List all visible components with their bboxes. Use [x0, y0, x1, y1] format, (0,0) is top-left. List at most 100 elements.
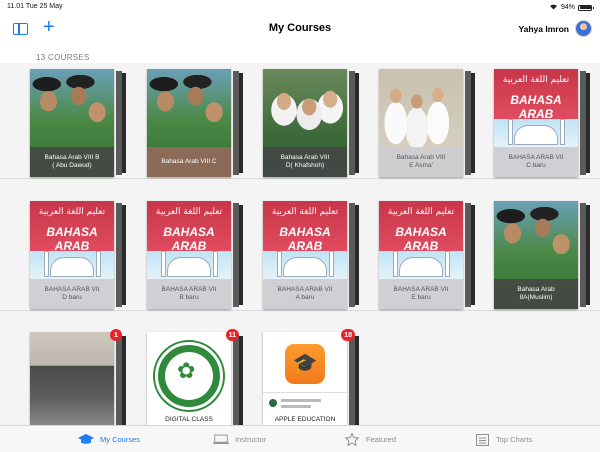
course-label: BAHASA ARAB VII A baru [263, 279, 347, 309]
course-subtitle: E Asma' [409, 162, 433, 169]
course-book[interactable]: 1 [30, 329, 126, 427]
course-book[interactable]: Bahasa Arab VIII D( Khafshoh) [263, 69, 359, 179]
course-book[interactable]: تعليم اللغة العربية BAHASA ARAB BAHASA ARA… [494, 69, 590, 179]
course-label: Bahasa Arab VIII C [147, 147, 231, 177]
course-book[interactable]: Bahasa Arab VIII C [147, 69, 243, 179]
tab-my-courses[interactable]: My Courses [78, 426, 140, 452]
notification-badge: 11 [225, 329, 239, 341]
course-book[interactable]: تعليم اللغة العربية BAHASA ARAB BAHASA ARA… [263, 201, 359, 311]
book-pages [349, 203, 355, 307]
book-pages [116, 203, 122, 307]
school-logo-cover: ✿ DIGITAL CLASS [147, 332, 231, 427]
course-book[interactable]: Bahasa Arab VIII B( Abu Dawud) [30, 69, 126, 179]
course-title: Bahasa Arab VIII [396, 154, 446, 161]
book-pages [349, 71, 355, 175]
course-cover: ✿ DIGITAL CLASS [147, 332, 231, 427]
course-cover: Bahasa Arab VIII C [147, 69, 231, 177]
course-subtitle: E baru [411, 294, 431, 301]
book-pages [465, 203, 471, 307]
tab-label: Featured [366, 435, 397, 444]
tab-featured[interactable]: Featured [344, 426, 396, 452]
cover-arabic-title: تعليم اللغة العربية [502, 75, 570, 85]
course-title: BAHASA ARAB VII [44, 286, 100, 293]
course-title: APPLE EDUCATION [274, 416, 336, 423]
wifi-icon [549, 3, 558, 12]
course-book[interactable]: 🎓 APPLE EDUCATION 18 [263, 329, 359, 427]
course-title: BAHASA ARAB VII [277, 286, 333, 293]
course-title: Bahasa Arab VIII C [161, 158, 217, 165]
cover-title: BAHASA ARAB [163, 225, 215, 253]
cover-title: BAHASA ARAB [46, 225, 98, 253]
course-cover: تعليم اللغة العربية BAHASA ARAB BAHASA ARA… [147, 201, 231, 309]
course-cover [30, 332, 114, 427]
graduation-cap-icon: 🎓 [285, 344, 325, 384]
course-subtitle: A baru [295, 294, 315, 301]
cover-title: BAHASA ARAB [395, 225, 447, 253]
course-label: BAHASA ARAB VII C baru [494, 147, 578, 177]
course-label: BAHASA ARAB VII B baru [147, 279, 231, 309]
status-bar: 11.01 Tue 25 May 94% [0, 0, 600, 14]
book-pages [465, 71, 471, 175]
notification-badge: 1 [110, 329, 122, 341]
navigation-bar: + My Courses Yahya Imron [0, 14, 600, 44]
course-cover: 🎓 APPLE EDUCATION [263, 332, 347, 427]
tab-top-charts[interactable]: Top Charts [474, 426, 532, 452]
tab-label: Instructor [235, 435, 267, 444]
course-subtitle: ( Abu Dawud) [52, 162, 92, 169]
book-pages [233, 71, 239, 175]
course-title: Bahasa Arab VIII [280, 154, 330, 161]
status-right: 94% [549, 3, 594, 12]
tab-label: Top Charts [496, 435, 533, 444]
graduation-cap-icon [78, 434, 94, 446]
user-name: Yahya Imron [518, 23, 569, 34]
course-subtitle: 8A(Muslim) [519, 294, 553, 301]
cover-arabic-title: تعليم اللغة العربية [387, 207, 455, 217]
course-title: Bahasa Arab [517, 286, 555, 293]
book-pages [233, 203, 239, 307]
course-subtitle: D( Khafshoh) [285, 162, 325, 169]
tab-label: My Courses [100, 435, 141, 444]
course-book[interactable]: تعليم اللغة العربية BAHASA ARAB BAHASA ARA… [147, 201, 243, 311]
course-cover-photo [30, 332, 114, 427]
apple-education-cover: 🎓 APPLE EDUCATION [263, 332, 347, 427]
star-icon [344, 433, 360, 446]
notification-badge: 18 [341, 329, 355, 341]
course-cover: Bahasa Arab VIII E Asma' [379, 69, 463, 177]
course-book[interactable]: Bahasa Arab 8A(Muslim) [494, 201, 590, 311]
course-cover: Bahasa Arab 8A(Muslim) [494, 201, 578, 309]
course-book[interactable]: ✿ DIGITAL CLASS 11 [147, 329, 243, 427]
user-account-button[interactable]: Yahya Imron [518, 20, 592, 37]
cover-arabic-title: تعليم اللغة العربية [155, 207, 223, 217]
course-label: Bahasa Arab VIII B( Abu Dawud) [30, 147, 114, 177]
course-cover: Bahasa Arab VIII B( Abu Dawud) [30, 69, 114, 177]
tab-instructor[interactable]: Instructor [213, 426, 266, 452]
cover-title: BAHASA ARAB [510, 93, 562, 121]
course-title: DIGITAL CLASS [165, 416, 213, 423]
logo-emblem-icon: ✿ [177, 358, 196, 383]
cover-arabic-title: تعليم اللغة العربية [38, 207, 106, 217]
course-book[interactable]: Bahasa Arab VIII E Asma' [379, 69, 475, 179]
course-label: Bahasa Arab VIII E Asma' [379, 147, 463, 177]
book-pages [116, 334, 122, 427]
course-title: BAHASA ARAB VII [508, 154, 564, 161]
battery-percent: 94% [560, 4, 575, 11]
course-title: Bahasa Arab VIII B [44, 154, 100, 161]
course-cover: تعليم اللغة العربية BAHASA ARAB BAHASA ARA… [30, 201, 114, 309]
course-title: BAHASA ARAB VII [393, 286, 449, 293]
book-pages [233, 334, 239, 427]
book-pages [580, 71, 586, 175]
course-title: BAHASA ARAB VII [161, 286, 217, 293]
cover-arabic-title: تعليم اللغة العربية [271, 207, 339, 217]
course-label: BAHASA ARAB VII D baru [30, 279, 114, 309]
course-cover: تعليم اللغة العربية BAHASA ARAB BAHASA ARA… [494, 69, 578, 177]
cover-title: BAHASA ARAB [279, 225, 331, 253]
battery-level [579, 6, 591, 9]
course-book[interactable]: تعليم اللغة العربية BAHASA ARAB BAHASA ARA… [30, 201, 126, 311]
tab-bar: My Courses Instructor Featured Top Chart… [0, 425, 600, 452]
book-pages [116, 71, 122, 175]
course-count: 13 COURSES [36, 53, 90, 62]
course-book[interactable]: تعليم اللغة العربية BAHASA ARAB BAHASA ARA… [379, 201, 475, 311]
avatar [575, 20, 592, 37]
battery-icon [578, 4, 594, 11]
page-title: My Courses [268, 22, 332, 34]
